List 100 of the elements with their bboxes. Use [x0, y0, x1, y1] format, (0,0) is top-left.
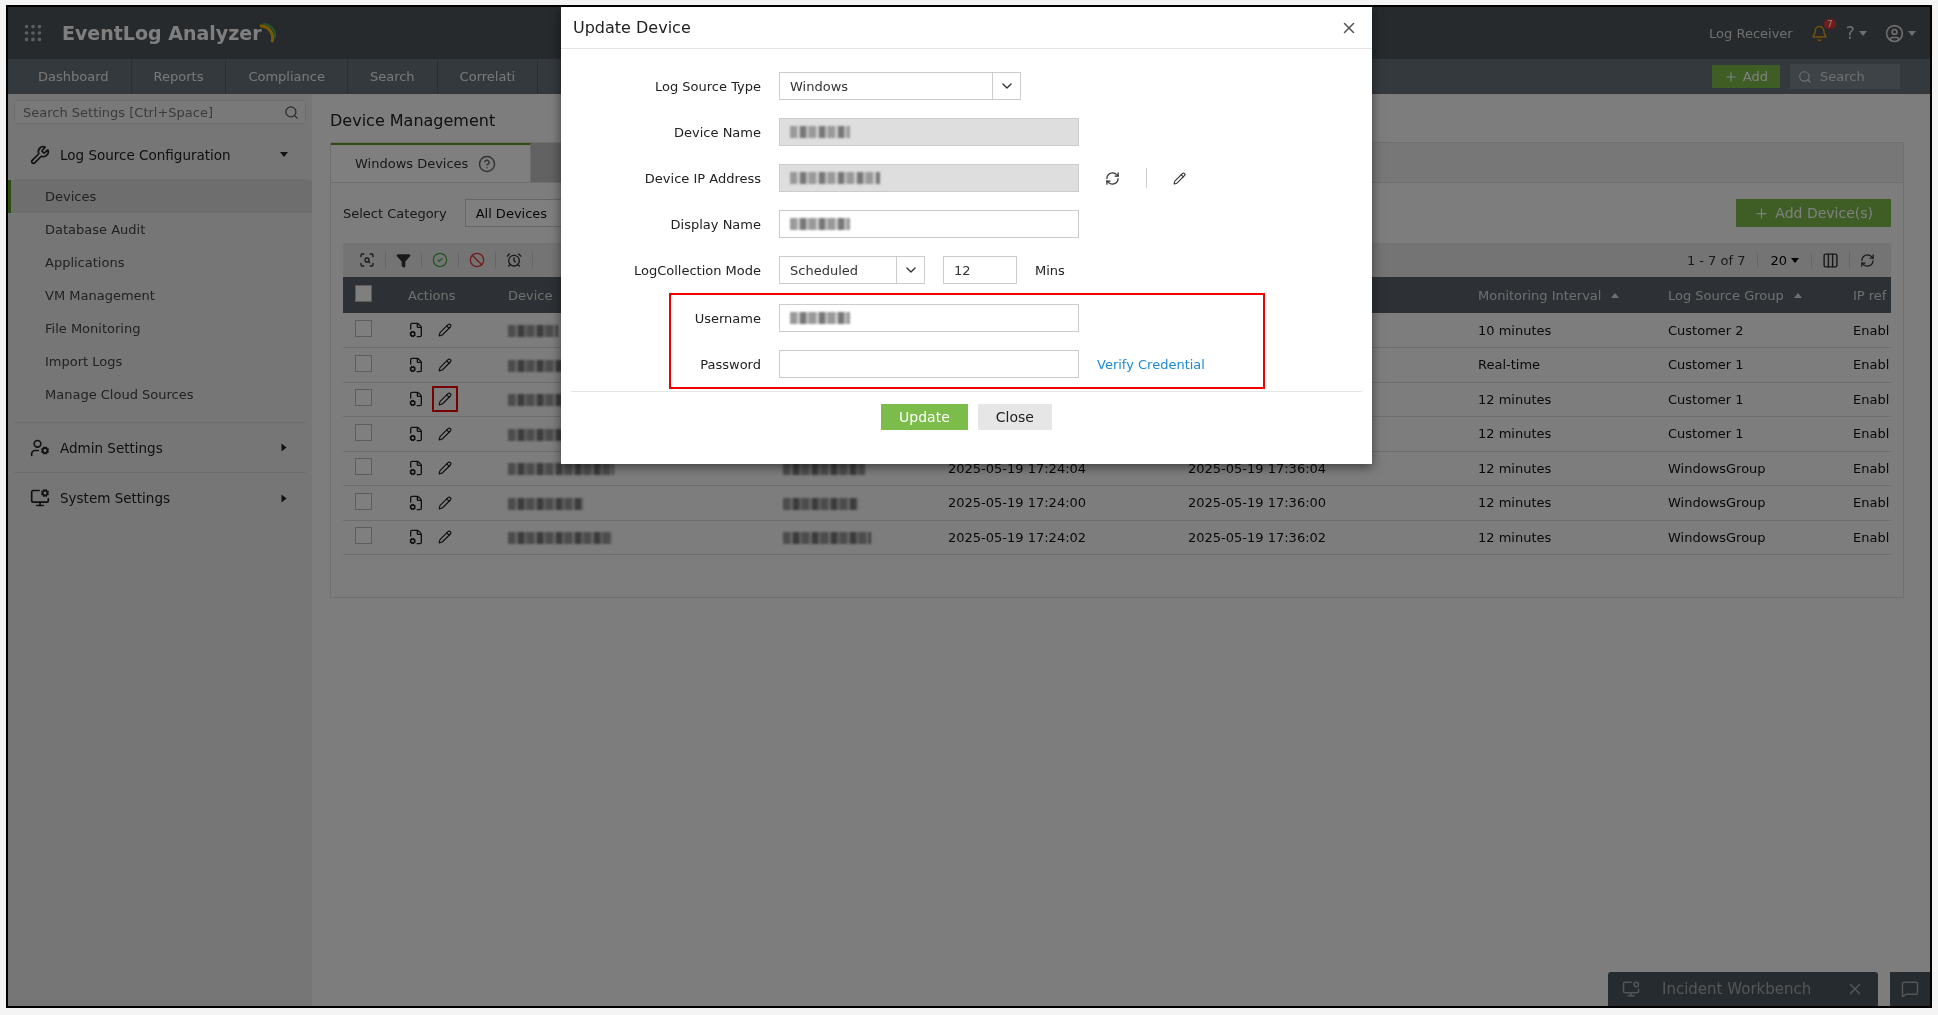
table-cell: Customer 1	[1668, 357, 1744, 373]
sidebar-item[interactable]: VM Management	[8, 279, 312, 312]
table-cell: Customer 1	[1668, 391, 1744, 407]
file-gear-icon[interactable]	[408, 529, 424, 546]
sidebar-item[interactable]: Database Audit	[8, 213, 312, 246]
checkbox[interactable]	[355, 320, 372, 337]
blurred-text	[508, 325, 558, 337]
password-field[interactable]	[779, 350, 1079, 378]
bell-icon[interactable]	[1810, 24, 1828, 42]
sidebar-section[interactable]: System Settings	[14, 473, 306, 523]
pagination-range: 1 - 7 of 7	[1674, 252, 1759, 268]
checkbox[interactable]	[355, 492, 372, 510]
table-cell: Customer 1	[1668, 426, 1744, 442]
monitor-gear-icon	[30, 488, 50, 508]
table-cell: 2025-05-19 17:36:04	[1188, 460, 1327, 476]
sidebar-item[interactable]: Manage Cloud Sources	[8, 378, 312, 411]
tools-icon	[30, 144, 50, 165]
table-cell: Enabl	[1853, 426, 1890, 442]
table-cell: Customer 2	[1668, 322, 1744, 338]
search-settings-field[interactable]: Search Settings [Ctrl+Space]	[14, 100, 306, 124]
file-gear-icon[interactable]	[408, 494, 424, 511]
table-cell: 12 minutes	[1478, 460, 1552, 476]
input-field[interactable]	[779, 210, 1079, 238]
input-field[interactable]: 12	[943, 256, 1017, 284]
sidebar-item[interactable]: File Monitoring	[8, 312, 312, 345]
blurred-text	[790, 218, 850, 230]
checkbox[interactable]	[355, 389, 372, 407]
table-cell: WindowsGroup	[1668, 460, 1766, 476]
chat-button[interactable]	[1890, 972, 1930, 1006]
table-cell: Enabl	[1853, 529, 1890, 545]
checkbox[interactable]	[355, 527, 372, 545]
table-cell: 2025-05-19 17:36:02	[1188, 529, 1327, 545]
table-cell: 12 minutes	[1478, 529, 1552, 545]
search-icon[interactable]	[284, 104, 299, 120]
table-cell: Enabl	[1853, 460, 1890, 476]
nav-tab[interactable]: Correlati	[437, 59, 539, 94]
table-cell: Enabl	[1853, 495, 1890, 511]
sidebar-item[interactable]: Devices	[8, 180, 312, 213]
page-size-select[interactable]: 20	[1758, 252, 1812, 268]
user-icon[interactable]	[1884, 23, 1904, 43]
table-cell: 12 minutes	[1478, 426, 1552, 442]
select-field[interactable]: Scheduled	[779, 256, 925, 284]
checkbox[interactable]	[355, 285, 372, 302]
pencil-icon[interactable]	[434, 388, 456, 411]
add-device-button[interactable]: Add Device(s)	[1736, 199, 1891, 227]
column-header[interactable]: Device	[508, 287, 553, 303]
plus-icon	[1754, 205, 1770, 221]
table-cell: 2025-05-19 17:24:02	[948, 529, 1087, 545]
log-receiver-link[interactable]: Log Receiver	[1709, 25, 1793, 41]
table-cell: WindowsGroup	[1668, 495, 1766, 511]
nav-tab[interactable]: Search	[347, 59, 438, 94]
table-cell: Enabl	[1853, 391, 1890, 407]
app-logo: EventLog Analyzer	[62, 22, 262, 44]
file-gear-icon[interactable]	[408, 425, 424, 442]
file-gear-icon[interactable]	[408, 460, 424, 477]
help-icon[interactable]	[478, 154, 497, 173]
checkbox[interactable]	[355, 423, 372, 441]
file-gear-icon[interactable]	[408, 322, 424, 338]
sidebar-item[interactable]: Applications	[8, 246, 312, 279]
verify-credential-link[interactable]: Verify Credential	[1097, 356, 1205, 372]
table-cell: 12 minutes	[1478, 391, 1552, 407]
sidebar-item[interactable]: Import Logs	[8, 345, 312, 378]
table-cell: Enabl	[1853, 357, 1890, 373]
select-field[interactable]: Windows	[779, 72, 1021, 100]
caret-icon	[1858, 30, 1867, 36]
file-gear-icon[interactable]	[408, 391, 424, 408]
table-cell: Real-time	[1478, 357, 1541, 373]
dialog-title: Update Device	[573, 18, 691, 37]
file-gear-icon[interactable]	[408, 356, 424, 373]
notification-badge: 7	[1823, 18, 1836, 29]
sidebar-section[interactable]: Admin Settings	[14, 423, 306, 473]
table-cell: 12 minutes	[1478, 495, 1552, 511]
table-cell: Enabl	[1853, 322, 1890, 338]
field-label: Username	[693, 310, 761, 326]
checkbox[interactable]	[355, 354, 372, 372]
category-label: Select Category	[343, 205, 447, 221]
help-menu[interactable]: ?	[1845, 23, 1855, 43]
update-button[interactable]: Update	[881, 404, 968, 430]
tab[interactable]: Windows Devices	[331, 143, 531, 182]
field-label: Display Name	[669, 216, 761, 232]
add-button[interactable]: Add	[1711, 65, 1780, 88]
checkbox[interactable]	[355, 458, 372, 476]
grid-menu-icon[interactable]	[22, 22, 44, 44]
blurred-text	[790, 312, 850, 324]
caret-icon	[1908, 30, 1916, 36]
table-cell: 2025-05-19 17:36:00	[1188, 495, 1327, 511]
field-label: Device Name	[673, 124, 761, 140]
field-label: Device IP Address	[643, 170, 761, 186]
field-label: Password	[699, 356, 761, 372]
field-label: Log Source Type	[654, 78, 761, 94]
close-button[interactable]: Close	[977, 404, 1052, 430]
page-title: Device Management	[330, 109, 496, 132]
user-gear-icon	[30, 437, 50, 458]
field-label: LogCollection Mode	[632, 262, 761, 278]
input-field[interactable]	[779, 304, 1079, 332]
chat-icon	[1901, 980, 1919, 998]
unit-label: Mins	[1035, 262, 1065, 278]
blurred-text	[790, 126, 850, 138]
plus-icon	[1723, 69, 1738, 84]
table-cell: 10 minutes	[1478, 322, 1552, 338]
